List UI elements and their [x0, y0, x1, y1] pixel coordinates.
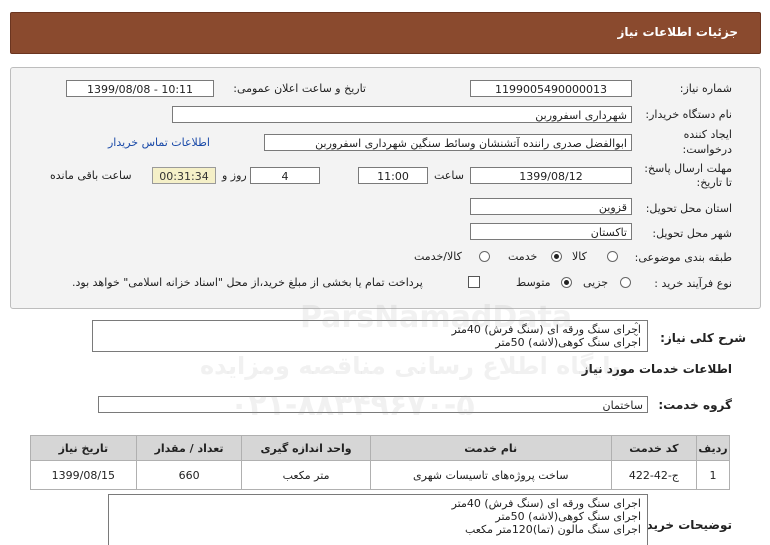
remaining-time-label: ساعت باقی مانده: [50, 169, 132, 182]
category-option-service: خدمت: [508, 250, 538, 263]
category-radio-goods-service[interactable]: [479, 251, 490, 262]
buyer-notes-line: اجرای سنگ کوهی(لاشه) 50متر: [495, 510, 641, 523]
creator-label-2: درخواست:: [682, 143, 732, 156]
column-header-unit: واحد اندازه گیری: [241, 435, 371, 461]
process-option-minor: جزیی: [583, 276, 609, 289]
deadline-time-label: ساعت: [434, 169, 464, 182]
buyer-org-label: نام دستگاه خریدار:: [645, 108, 732, 121]
process-label: نوع فرآیند خرید :: [654, 277, 732, 290]
service-group-label: گروه خدمت:: [658, 398, 732, 412]
need-info-panel: [10, 67, 761, 309]
need-number-label: شماره نیاز:: [679, 82, 732, 95]
process-option-medium: متوسط: [516, 276, 551, 289]
cell-name: ساخت پروژه‌های تاسیسات شهری: [369, 460, 612, 490]
buyer-notes-box: اجرای سنگ ورقه ای (سنگ فرش) 40متر اجرای …: [108, 494, 648, 545]
deadline-label-1: مهلت ارسال پاسخ:: [644, 162, 732, 175]
services-table: ردیف کد خدمت نام خدمت واحد اندازه گیری ت…: [30, 435, 731, 490]
table-row: 1 ج-42-422 ساخت پروژه‌های تاسیسات شهری م…: [30, 460, 731, 490]
buyer-notes-line: اجرای سنگ ورقه ای (سنگ فرش) 40متر: [451, 497, 641, 510]
column-header-date: تاریخ نیاز: [30, 435, 137, 461]
city-label: شهر محل تحویل:: [652, 227, 732, 240]
buyer-notes-line: اجرای سنگ مالون (تما)120متر مکعب: [464, 523, 641, 536]
remaining-time-field: 00:31:34: [152, 167, 216, 184]
cell-date: 1399/08/15: [30, 460, 137, 490]
page-title: جزئیات اطلاعات نیاز: [617, 25, 738, 39]
announce-date-label: تاریخ و ساعت اعلان عمومی:: [233, 82, 366, 95]
category-radio-service[interactable]: [551, 251, 562, 262]
need-number-field: 1199005490000013: [470, 80, 632, 97]
description-line: اجرای سنگ کوهی(لاشه) 50متر: [495, 336, 641, 349]
cell-code: ج-42-422: [610, 460, 697, 490]
category-radio-goods[interactable]: [607, 251, 618, 262]
cell-qty: 660: [135, 460, 243, 490]
category-option-goods: کالا: [572, 250, 587, 263]
creator-field: ابوالفضل صدری راننده آتشنشان وسائط سنگین…: [264, 134, 632, 151]
cell-unit: متر مکعب: [241, 460, 371, 490]
days-label: روز و: [222, 169, 247, 182]
description-label: شرح کلی نیاز:: [660, 331, 746, 345]
treasury-payment-checkbox[interactable]: [468, 276, 480, 288]
creator-label-1: ایجاد کننده: [683, 128, 732, 141]
column-header-code: کد خدمت: [610, 435, 697, 461]
services-section-title: اطلاعات خدمات مورد نیاز: [581, 362, 732, 376]
resize-handle-icon[interactable]: ⌃ ⌄: [633, 322, 640, 338]
column-header-row: ردیف: [695, 435, 731, 461]
city-field: تاکستان: [470, 223, 632, 240]
service-group-field: ساختمان: [98, 396, 648, 413]
column-header-name: نام خدمت: [369, 435, 612, 461]
province-field: قزوین: [470, 198, 632, 215]
table-header-row: ردیف کد خدمت نام خدمت واحد اندازه گیری ت…: [30, 435, 731, 461]
column-header-qty: تعداد / مقدار: [135, 435, 243, 461]
description-line: اجرای سنگ ورقه ای (سنگ فرش) 40متر: [451, 323, 641, 336]
announce-date-field: 1399/08/08 - 10:11: [66, 80, 214, 97]
process-radio-minor[interactable]: [620, 277, 631, 288]
watermark-tagline: پایگاه اطلاع رسانی مناقصه ومزایده: [200, 352, 621, 380]
deadline-time-field: 11:00: [358, 167, 428, 184]
page-header: جزئیات اطلاعات نیاز: [10, 12, 761, 54]
category-option-goods-service: کالا/خدمت: [414, 250, 462, 263]
province-label: استان محل تحویل:: [645, 202, 732, 215]
category-label: طبقه بندی موضوعی:: [634, 251, 732, 264]
description-box: اجرای سنگ ورقه ای (سنگ فرش) 40متر اجرای …: [92, 320, 648, 352]
deadline-label-2: تا تاریخ:: [696, 176, 732, 189]
deadline-date-field: 1399/08/12: [470, 167, 632, 184]
buyer-org-field: شهرداری اسفروربن: [172, 106, 632, 123]
cell-row: 1: [695, 460, 731, 490]
buyer-contact-link[interactable]: اطلاعات تماس خریدار: [108, 136, 210, 149]
process-radio-medium[interactable]: [561, 277, 572, 288]
days-field: 4: [250, 167, 320, 184]
treasury-payment-note: پرداخت تمام یا بخشی از مبلغ خرید،از محل …: [72, 276, 423, 289]
